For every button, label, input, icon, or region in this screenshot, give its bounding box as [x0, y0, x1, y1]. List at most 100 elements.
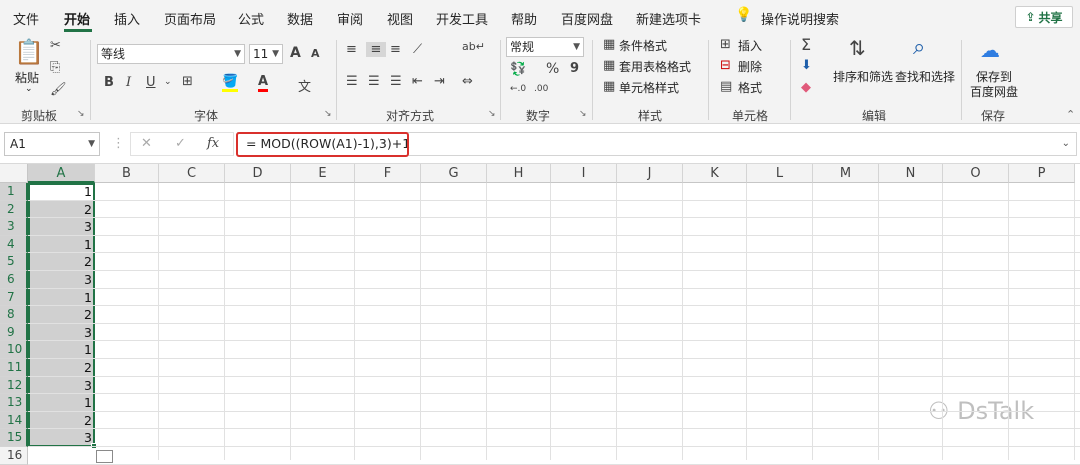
tab-data[interactable]: 数据	[287, 9, 313, 28]
column-header-L[interactable]: L	[747, 164, 813, 183]
grow-font-button[interactable]: A	[290, 45, 301, 61]
row-header-5[interactable]: 5	[0, 253, 28, 271]
font-name-select[interactable]: 等线 ▼	[97, 44, 245, 64]
row-header-6[interactable]: 6	[0, 271, 28, 289]
italic-button[interactable]: I	[126, 75, 131, 90]
font-color-button[interactable]: A	[258, 74, 269, 92]
find-select-button[interactable]: 查找和选择	[895, 68, 955, 85]
font-size-select[interactable]: 11 ▼	[249, 44, 283, 64]
confirm-icon[interactable]: ✓	[175, 136, 186, 151]
cell-A14[interactable]: 2	[29, 411, 94, 430]
row-header-11[interactable]: 11	[0, 359, 28, 377]
row-header-2[interactable]: 2	[0, 200, 28, 219]
column-header-E[interactable]: E	[291, 164, 355, 183]
comma-style-button[interactable]: 9	[570, 61, 579, 76]
share-button[interactable]: ⇪ 共享	[1015, 6, 1073, 28]
cell-A4[interactable]: 1	[29, 235, 94, 254]
column-header-M[interactable]: M	[813, 164, 879, 183]
tab-page-layout[interactable]: 页面布局	[164, 9, 216, 28]
tab-formulas[interactable]: 公式	[238, 9, 264, 28]
paste-icon[interactable]: 📋	[14, 38, 44, 70]
column-header-D[interactable]: D	[225, 164, 291, 183]
column-header-C[interactable]: C	[159, 164, 225, 183]
increase-indent-icon[interactable]: ⇥	[434, 74, 445, 89]
cut-icon[interactable]: ✂	[50, 38, 61, 53]
cell-A9[interactable]: 3	[29, 323, 94, 342]
orientation-icon[interactable]: ⟋	[413, 42, 422, 57]
row-header-15[interactable]: 15	[0, 429, 28, 447]
cell-A5[interactable]: 2	[29, 253, 94, 271]
clipboard-launcher-icon[interactable]: ↘	[77, 109, 85, 119]
format-as-table-button[interactable]: 套用表格格式	[619, 58, 691, 75]
save-to-line2[interactable]: 百度网盘	[970, 83, 1018, 100]
column-header-P[interactable]: P	[1009, 164, 1075, 183]
column-header-I[interactable]: I	[551, 164, 617, 183]
cell-A6[interactable]: 3	[29, 271, 94, 289]
cancel-icon[interactable]: ✕	[141, 136, 152, 151]
clear-icon[interactable]: ◆	[801, 80, 811, 95]
cell-A15[interactable]: 3	[29, 429, 94, 447]
percent-button[interactable]: %	[546, 61, 559, 77]
tab-help[interactable]: 帮助	[511, 9, 537, 28]
cell-A13[interactable]: 1	[29, 394, 94, 412]
column-header-B[interactable]: B	[95, 164, 159, 183]
row-header-16[interactable]: 16	[0, 447, 28, 465]
format-cells-button[interactable]: 格式	[738, 79, 762, 96]
column-header-K[interactable]: K	[683, 164, 747, 183]
alignment-launcher-icon[interactable]: ↘	[488, 109, 496, 119]
collapse-ribbon-icon[interactable]: ⌃	[1066, 108, 1075, 121]
row-header-7[interactable]: 7	[0, 288, 28, 307]
align-right-icon[interactable]: ☰	[390, 74, 402, 89]
border-icon[interactable]: ⊞	[182, 74, 193, 89]
cell-A3[interactable]: 3	[29, 218, 94, 236]
cell-A10[interactable]: 1	[29, 341, 94, 359]
accounting-format-icon[interactable]: 💱	[510, 62, 526, 77]
decrease-decimal-icon[interactable]: .00	[534, 84, 548, 94]
align-center-icon[interactable]: ☰	[368, 74, 380, 89]
tab-home[interactable]: 开始	[64, 9, 90, 28]
row-header-13[interactable]: 13	[0, 394, 28, 412]
row-header-3[interactable]: 3	[0, 218, 28, 236]
align-bottom-icon[interactable]: ≡	[390, 42, 401, 57]
tab-file[interactable]: 文件	[13, 9, 39, 28]
row-header-8[interactable]: 8	[0, 306, 28, 324]
cell-A1[interactable]: 1	[29, 183, 94, 201]
tab-baidu-pan[interactable]: 百度网盘	[561, 9, 613, 28]
cell-styles-button[interactable]: 单元格样式	[619, 79, 679, 96]
tab-view[interactable]: 视图	[387, 9, 413, 28]
column-header-O[interactable]: O	[943, 164, 1009, 183]
tab-new[interactable]: 新建选项卡	[636, 9, 701, 28]
tab-insert[interactable]: 插入	[114, 9, 140, 28]
fill-icon[interactable]: ⬇	[801, 58, 812, 73]
phonetic-button[interactable]: 文	[298, 76, 311, 95]
autosum-icon[interactable]: Σ	[801, 35, 811, 54]
align-middle-icon[interactable]: ≡	[366, 42, 386, 57]
spreadsheet-grid[interactable]: 123123123123123 ⚇ DsTalk ABCDEFGHIJKLMNO…	[0, 164, 1080, 465]
row-header-10[interactable]: 10	[0, 341, 28, 359]
column-header-J[interactable]: J	[617, 164, 683, 183]
insert-cells-button[interactable]: 插入	[738, 37, 762, 54]
align-left-icon[interactable]: ☰	[346, 74, 358, 89]
tab-developer[interactable]: 开发工具	[436, 9, 488, 28]
cell-A8[interactable]: 2	[29, 306, 94, 324]
row-header-1[interactable]: 1	[0, 183, 28, 201]
copy-icon[interactable]: ⎘	[50, 60, 60, 75]
cell-A11[interactable]: 2	[29, 359, 94, 377]
insert-function-button[interactable]: fx	[207, 136, 219, 151]
select-all-corner[interactable]	[0, 164, 28, 183]
number-format-select[interactable]: 常规 ▼	[506, 37, 584, 57]
row-header-12[interactable]: 12	[0, 376, 28, 395]
sort-filter-button[interactable]: 排序和筛选	[833, 68, 893, 85]
row-header-4[interactable]: 4	[0, 235, 28, 254]
column-header-H[interactable]: H	[487, 164, 551, 183]
conditional-format-button[interactable]: 条件格式	[619, 37, 667, 54]
align-top-icon[interactable]: ≡	[346, 42, 357, 57]
chevron-down-icon[interactable]: ⌄	[164, 77, 172, 87]
tab-review[interactable]: 审阅	[337, 9, 363, 28]
column-header-N[interactable]: N	[879, 164, 943, 183]
paste-dropdown-icon[interactable]: ⌄	[25, 84, 33, 94]
bold-button[interactable]: B	[104, 75, 114, 90]
row-header-14[interactable]: 14	[0, 411, 28, 430]
number-launcher-icon[interactable]: ↘	[579, 109, 587, 119]
tell-me-search[interactable]: 操作说明搜索	[761, 9, 839, 28]
